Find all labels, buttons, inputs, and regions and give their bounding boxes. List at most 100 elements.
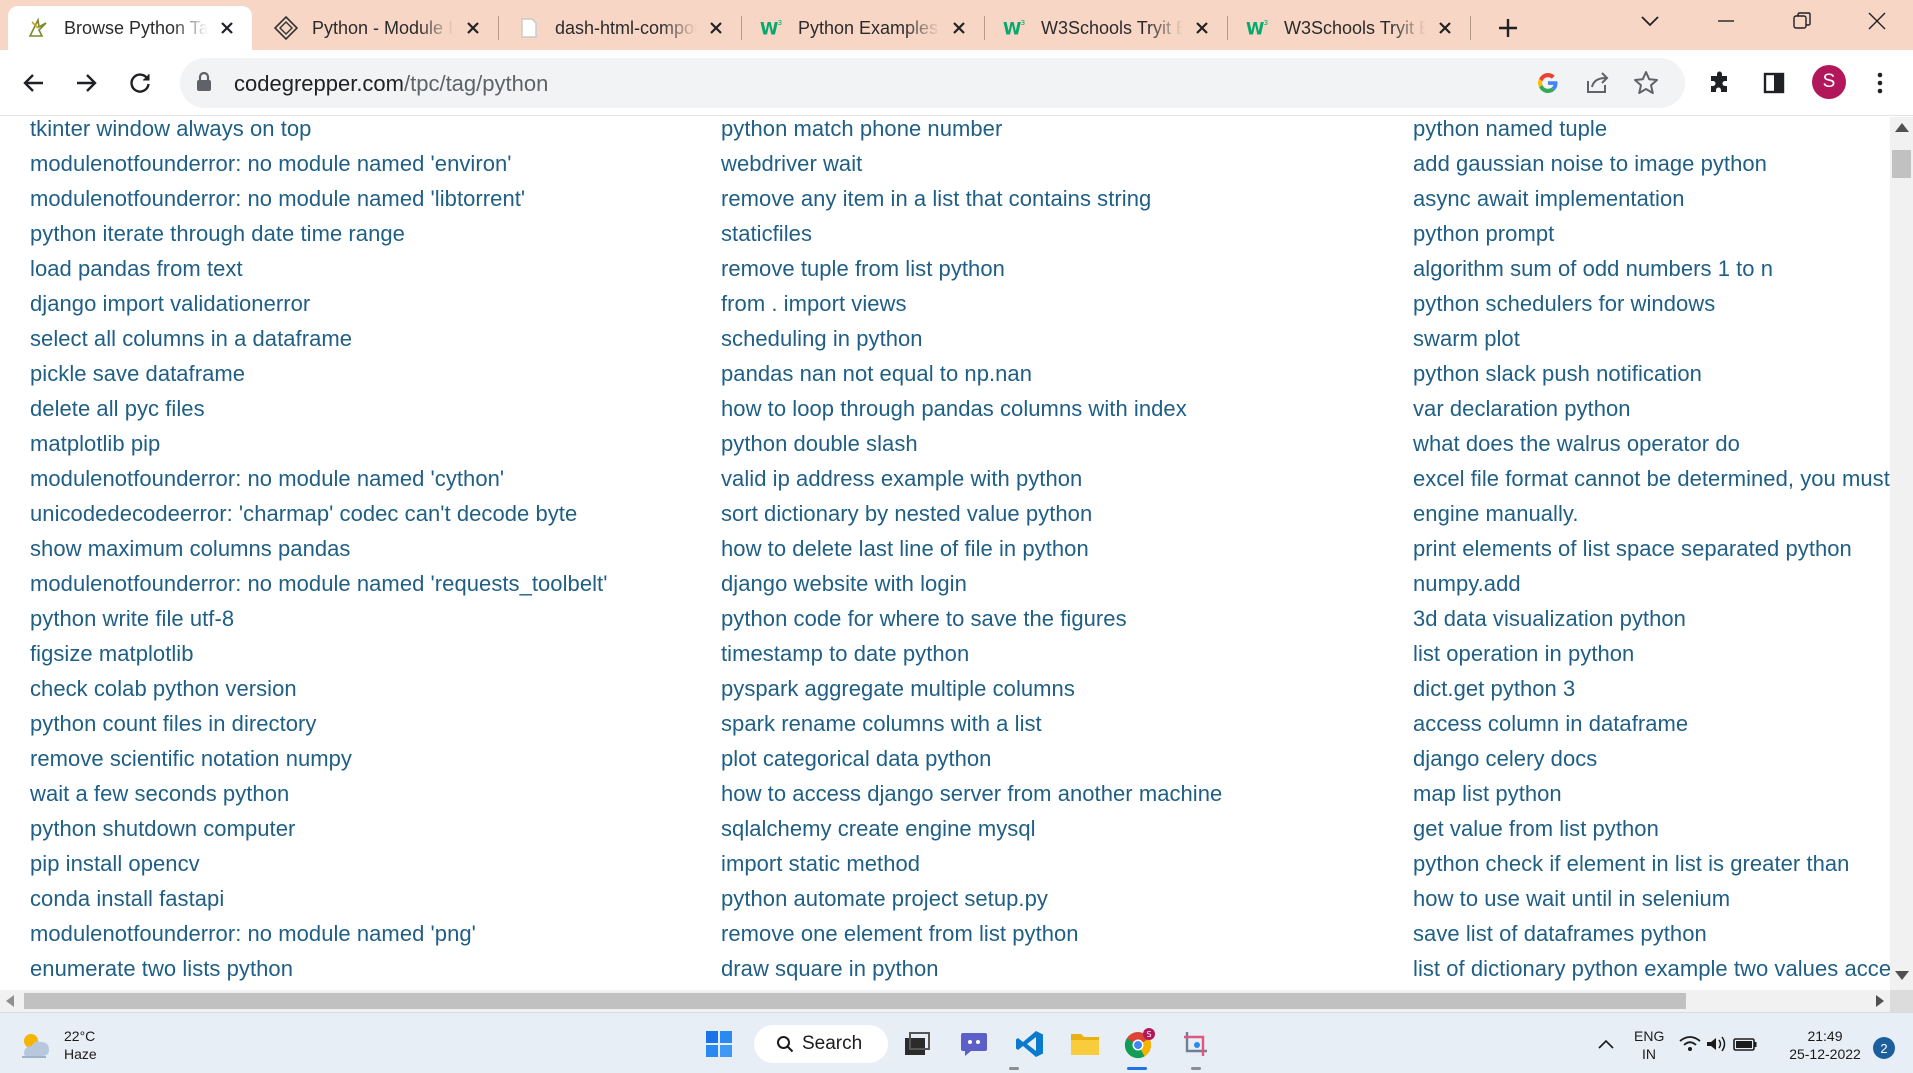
start-button[interactable] [700, 1025, 738, 1063]
tag-link[interactable]: python prompt [1413, 222, 1890, 257]
vertical-scrollbar[interactable] [1890, 117, 1913, 990]
close-tab-icon[interactable] [705, 17, 727, 39]
tag-link[interactable]: staticfiles [721, 222, 1222, 257]
tag-link[interactable]: modulenotfounderror: no module named 'pn… [30, 922, 607, 957]
tag-link[interactable]: map list python [1413, 782, 1890, 817]
tag-link[interactable]: python schedulers for windows [1413, 292, 1890, 327]
tag-link[interactable]: enumerate two lists python [30, 957, 607, 990]
clock[interactable]: 21:49 25-12-2022 [1784, 1027, 1866, 1063]
tag-link[interactable]: python match phone number [721, 117, 1222, 152]
tag-link[interactable]: unicodedecodeerror: 'charmap' codec can'… [30, 502, 607, 537]
tag-link[interactable]: remove one element from list python [721, 922, 1222, 957]
close-tab-icon[interactable] [1434, 17, 1456, 39]
tag-link[interactable]: python shutdown computer [30, 817, 607, 852]
taskbar-search[interactable]: Search [754, 1025, 888, 1063]
tag-link[interactable]: spark rename columns with a list [721, 712, 1222, 747]
tag-link[interactable]: python check if element in list is great… [1413, 852, 1890, 887]
tag-link[interactable]: print elements of list space separated p… [1413, 537, 1890, 572]
tag-link[interactable]: python named tuple [1413, 117, 1890, 152]
tag-link[interactable]: django celery docs [1413, 747, 1890, 782]
tag-link[interactable]: pip install opencv [30, 852, 607, 887]
tag-link[interactable]: python slack push notification [1413, 362, 1890, 397]
tag-link[interactable]: get value from list python [1413, 817, 1890, 852]
tag-link[interactable]: webdriver wait [721, 152, 1222, 187]
scroll-down-arrow-icon[interactable] [1895, 971, 1909, 980]
tag-link[interactable]: draw square in python [721, 957, 1222, 990]
tab-w3schools-tryit-1[interactable]: W3 W3Schools Tryit Editor [985, 6, 1227, 50]
menu-button[interactable] [1860, 63, 1900, 103]
tag-link[interactable]: how to loop through pandas columns with … [721, 397, 1222, 432]
close-tab-icon[interactable] [948, 17, 970, 39]
tag-link[interactable]: tkinter window always on top [30, 117, 607, 152]
tab-w3schools-tryit-2[interactable]: W3 W3Schools Tryit Editor [1228, 6, 1470, 50]
tag-link[interactable]: select all columns in a dataframe [30, 327, 607, 362]
tag-link[interactable]: load pandas from text [30, 257, 607, 292]
tag-link[interactable]: engine manually. [1413, 502, 1890, 537]
tag-link[interactable]: swarm plot [1413, 327, 1890, 362]
new-tab-button[interactable] [1490, 10, 1526, 46]
tag-link[interactable]: pyspark aggregate multiple columns [721, 677, 1222, 712]
minimize-button[interactable] [1688, 0, 1764, 42]
tag-link[interactable]: var declaration python [1413, 397, 1890, 432]
tag-link[interactable]: plot categorical data python [721, 747, 1222, 782]
weather-widget[interactable]: 22°C Haze [18, 1027, 97, 1063]
reload-button[interactable] [120, 63, 160, 103]
tag-link[interactable]: remove scientific notation numpy [30, 747, 607, 782]
tag-link[interactable]: matplotlib pip [30, 432, 607, 467]
tag-link[interactable]: python iterate through date time range [30, 222, 607, 257]
language-indicator[interactable]: ENG IN [1634, 1027, 1664, 1063]
scroll-left-arrow-icon[interactable] [6, 995, 14, 1007]
tag-link[interactable]: numpy.add [1413, 572, 1890, 607]
tag-link[interactable]: django import validationerror [30, 292, 607, 327]
tag-link[interactable]: python write file utf-8 [30, 607, 607, 642]
vscode-button[interactable] [1011, 1025, 1049, 1063]
snipping-tool-button[interactable] [1177, 1025, 1215, 1063]
tag-link[interactable]: scheduling in python [721, 327, 1222, 362]
chrome-button[interactable]: S [1120, 1025, 1158, 1063]
profile-avatar[interactable]: S [1812, 65, 1846, 99]
tab-search-button[interactable] [1612, 0, 1688, 42]
tag-link[interactable]: list of dictionary python example two va… [1413, 957, 1890, 990]
tag-link[interactable]: conda install fastapi [30, 887, 607, 922]
tag-link[interactable]: show maximum columns pandas [30, 537, 607, 572]
tab-browse-python-tags[interactable]: Browse Python Tags [8, 6, 252, 50]
tag-link[interactable]: modulenotfounderror: no module named 'en… [30, 152, 607, 187]
tag-link[interactable]: python double slash [721, 432, 1222, 467]
close-tab-icon[interactable] [462, 17, 484, 39]
tag-link[interactable]: modulenotfounderror: no module named 'cy… [30, 467, 607, 502]
forward-button[interactable] [66, 63, 106, 103]
tag-link[interactable]: how to delete last line of file in pytho… [721, 537, 1222, 572]
teams-chat-button[interactable] [955, 1025, 993, 1063]
tag-link[interactable]: 3d data visualization python [1413, 607, 1890, 642]
tag-link[interactable]: remove any item in a list that contains … [721, 187, 1222, 222]
bookmark-star-icon[interactable] [1632, 69, 1660, 97]
lock-icon[interactable] [196, 71, 212, 97]
tag-link[interactable]: save list of dataframes python [1413, 922, 1890, 957]
url-text[interactable]: codegrepper.com/tpc/tag/python [234, 71, 548, 97]
tag-link[interactable]: algorithm sum of odd numbers 1 to n [1413, 257, 1890, 292]
tab-python-module-index[interactable]: Python - Module Index [256, 6, 498, 50]
address-bar[interactable]: codegrepper.com/tpc/tag/python [180, 58, 1685, 108]
tag-link[interactable]: remove tuple from list python [721, 257, 1222, 292]
tag-link[interactable]: how to access django server from another… [721, 782, 1222, 817]
tab-python-examples[interactable]: W3 Python Examples [742, 6, 984, 50]
show-hidden-icons-button[interactable] [1588, 1025, 1624, 1063]
vertical-scroll-thumb[interactable] [1892, 150, 1911, 178]
tag-link[interactable]: pickle save dataframe [30, 362, 607, 397]
tag-link[interactable]: what does the walrus operator do [1413, 432, 1890, 467]
tag-link[interactable]: figsize matplotlib [30, 642, 607, 677]
tag-link[interactable]: python code for where to save the figure… [721, 607, 1222, 642]
tag-link[interactable]: sort dictionary by nested value python [721, 502, 1222, 537]
google-icon[interactable] [1534, 69, 1562, 97]
horizontal-scroll-thumb[interactable] [24, 993, 1686, 1009]
tag-link[interactable]: sqlalchemy create engine mysql [721, 817, 1222, 852]
back-button[interactable] [14, 63, 54, 103]
close-tab-icon[interactable] [1191, 17, 1213, 39]
system-status-button[interactable] [1678, 1025, 1758, 1063]
tag-link[interactable]: add gaussian noise to image python [1413, 152, 1890, 187]
tag-link[interactable]: access column in dataframe [1413, 712, 1890, 747]
close-window-button[interactable] [1840, 0, 1913, 42]
side-panel-button[interactable] [1754, 63, 1794, 103]
notification-count-badge[interactable]: 2 [1873, 1037, 1895, 1059]
tag-link[interactable]: python automate project setup.py [721, 887, 1222, 922]
